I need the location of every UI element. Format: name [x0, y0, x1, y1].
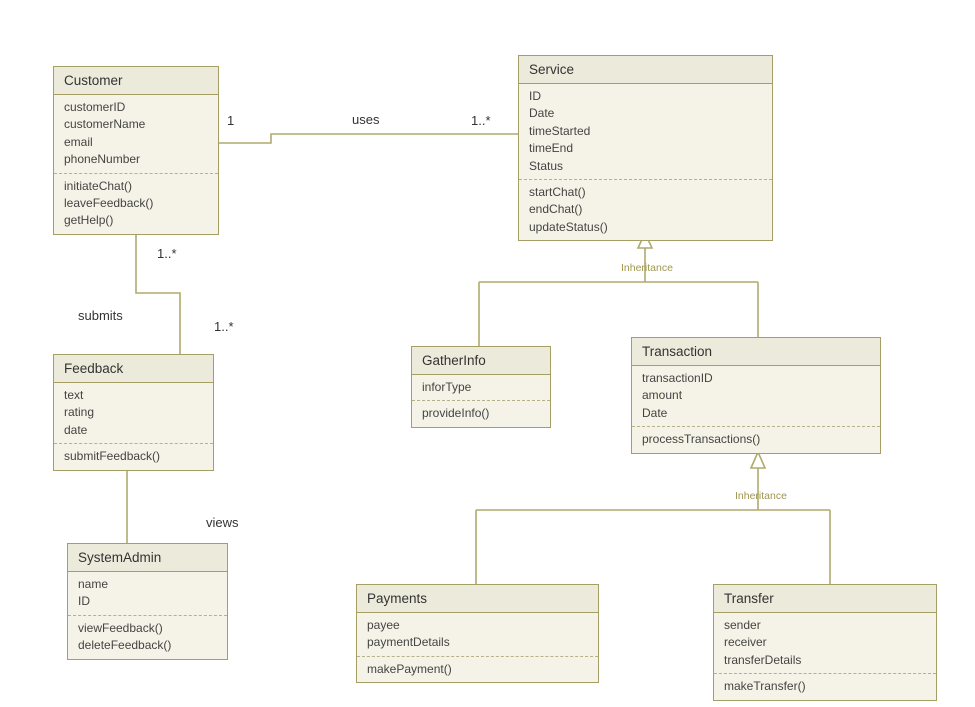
class-transfer: Transfer senderreceivertransferDetails m…	[713, 584, 937, 701]
class-title: Transaction	[632, 338, 880, 366]
attrs: payeepaymentDetails	[357, 613, 598, 656]
attrs: customerIDcustomerNameemailphoneNumber	[54, 95, 218, 173]
entry: customerName	[64, 116, 208, 133]
class-title: Customer	[54, 67, 218, 95]
entry: getHelp()	[64, 212, 208, 229]
ops: startChat()endChat()updateStatus()	[519, 179, 772, 240]
ops: initiateChat()leaveFeedback()getHelp()	[54, 173, 218, 234]
class-title: Transfer	[714, 585, 936, 613]
entry: startChat()	[529, 184, 762, 201]
entry: inforType	[422, 379, 540, 396]
entry: processTransactions()	[642, 431, 870, 448]
entry: phoneNumber	[64, 151, 208, 168]
entry: paymentDetails	[367, 634, 588, 651]
class-payments: Payments payeepaymentDetails makePayment…	[356, 584, 599, 683]
entry: initiateChat()	[64, 178, 208, 195]
ops: makePayment()	[357, 656, 598, 682]
class-title: SystemAdmin	[68, 544, 227, 572]
entry: text	[64, 387, 203, 404]
class-gatherinfo: GatherInfo inforType provideInfo()	[411, 346, 551, 428]
inh-label-2: Inheritance	[735, 490, 787, 502]
inh-label-1: Inheritance	[621, 262, 673, 274]
entry: updateStatus()	[529, 219, 762, 236]
entry: sender	[724, 617, 926, 634]
mult-1many-3: 1..*	[214, 319, 234, 334]
class-title: Payments	[357, 585, 598, 613]
entry: makePayment()	[367, 661, 588, 678]
entry: Status	[529, 158, 762, 175]
attrs: IDDatetimeStartedtimeEndStatus	[519, 84, 772, 179]
ops: provideInfo()	[412, 400, 550, 426]
entry: transactionID	[642, 370, 870, 387]
entry: ID	[78, 593, 217, 610]
entry: provideInfo()	[422, 405, 540, 422]
entry: Date	[529, 105, 762, 122]
class-transaction: Transaction transactionIDamountDate proc…	[631, 337, 881, 454]
entry: Date	[642, 405, 870, 422]
mult-1many: 1..*	[471, 113, 491, 128]
class-service: Service IDDatetimeStartedtimeEndStatus s…	[518, 55, 773, 241]
attrs: senderreceivertransferDetails	[714, 613, 936, 673]
ops: processTransactions()	[632, 426, 880, 452]
assoc-views: views	[206, 515, 239, 530]
entry: rating	[64, 404, 203, 421]
class-systemadmin: SystemAdmin nameID viewFeedback()deleteF…	[67, 543, 228, 660]
entry: submitFeedback()	[64, 448, 203, 465]
class-feedback: Feedback textratingdate submitFeedback()	[53, 354, 214, 471]
class-title: GatherInfo	[412, 347, 550, 375]
attrs: transactionIDamountDate	[632, 366, 880, 426]
entry: amount	[642, 387, 870, 404]
ops: viewFeedback()deleteFeedback()	[68, 615, 227, 659]
entry: payee	[367, 617, 588, 634]
entry: leaveFeedback()	[64, 195, 208, 212]
class-title: Service	[519, 56, 772, 84]
entry: ID	[529, 88, 762, 105]
entry: endChat()	[529, 201, 762, 218]
assoc-submits: submits	[78, 308, 123, 323]
entry: viewFeedback()	[78, 620, 217, 637]
ops: makeTransfer()	[714, 673, 936, 699]
entry: email	[64, 134, 208, 151]
entry: timeStarted	[529, 123, 762, 140]
entry: customerID	[64, 99, 208, 116]
entry: date	[64, 422, 203, 439]
entry: makeTransfer()	[724, 678, 926, 695]
mult-1many-2: 1..*	[157, 246, 177, 261]
attrs: textratingdate	[54, 383, 213, 443]
entry: timeEnd	[529, 140, 762, 157]
class-customer: Customer customerIDcustomerNameemailphon…	[53, 66, 219, 235]
ops: submitFeedback()	[54, 443, 213, 469]
entry: transferDetails	[724, 652, 926, 669]
entry: receiver	[724, 634, 926, 651]
attrs: inforType	[412, 375, 550, 400]
class-title: Feedback	[54, 355, 213, 383]
assoc-uses: uses	[352, 112, 379, 127]
entry: name	[78, 576, 217, 593]
entry: deleteFeedback()	[78, 637, 217, 654]
mult-1: 1	[227, 113, 234, 128]
attrs: nameID	[68, 572, 227, 615]
